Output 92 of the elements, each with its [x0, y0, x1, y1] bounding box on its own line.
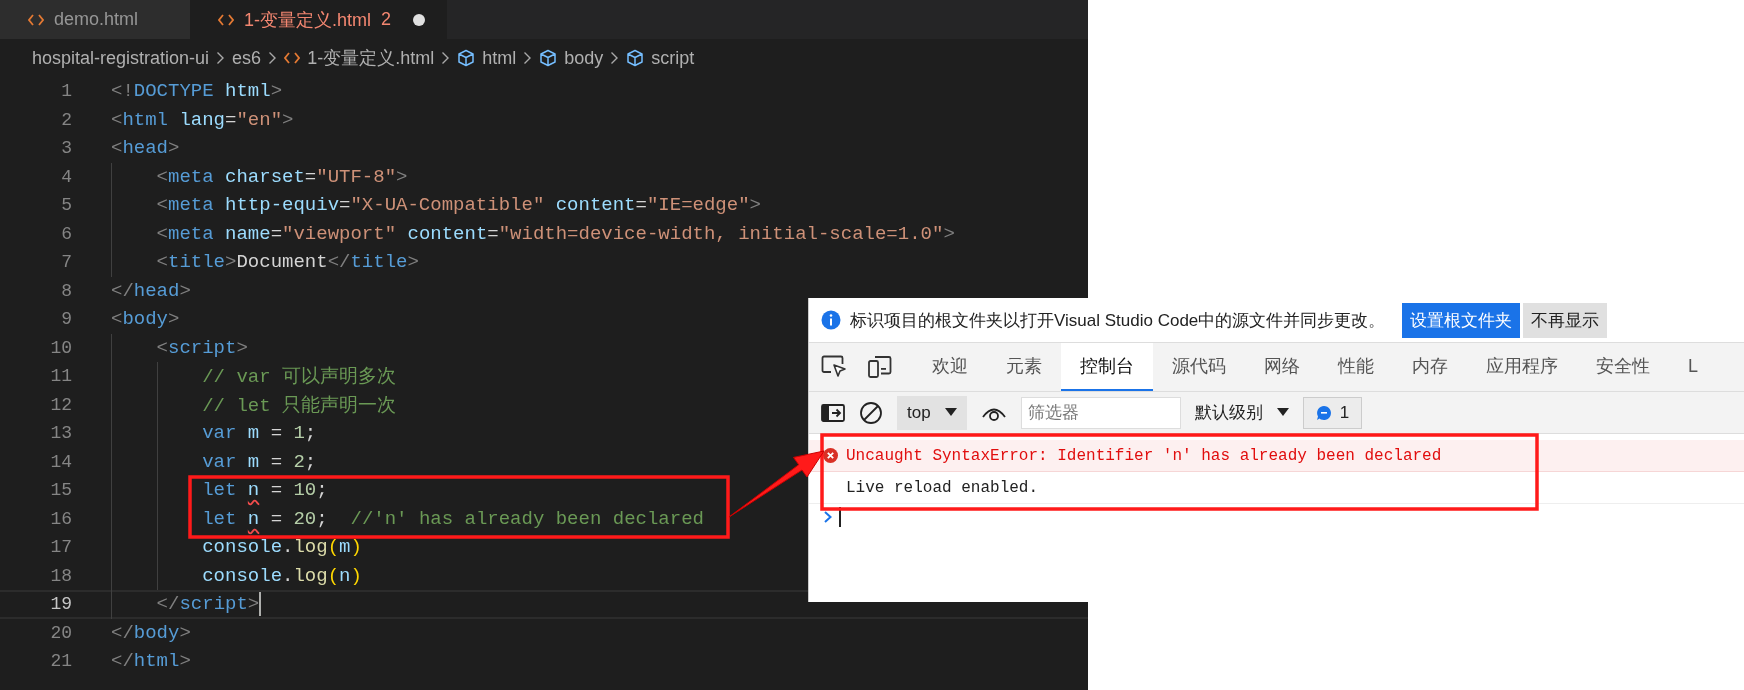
line-number: 13: [49, 423, 72, 444]
prompt-chevron-icon: [823, 510, 833, 524]
code-line: // let 只能声明一次: [201, 393, 397, 418]
breadcrumb-item[interactable]: html: [482, 47, 517, 69]
code-file-icon: [28, 13, 44, 26]
chevron-icon: [523, 51, 533, 65]
code-line: <script>: [155, 336, 248, 359]
inspect-icon[interactable]: [821, 355, 847, 379]
cube-icon: [626, 49, 645, 67]
code-line: <meta name="viewport" content="width=device-width, initial-scale=1.0">: [155, 222, 955, 245]
devtools-tab[interactable]: 安全性: [1577, 343, 1669, 391]
code-line: <body>: [111, 308, 180, 331]
editor-tab[interactable]: demo.html: [0, 0, 191, 39]
line-number: 5: [60, 195, 72, 216]
line-number: 7: [60, 252, 72, 273]
chevron-icon: [216, 51, 226, 65]
devtools-tab[interactable]: L: [1669, 343, 1717, 391]
line-number: 3: [60, 138, 72, 159]
text-cursor: [259, 592, 262, 617]
caret-icon: [944, 408, 957, 417]
breadcrumb-item[interactable]: body: [564, 47, 604, 69]
code-line: var m = 1;: [201, 422, 317, 445]
line-number: 10: [49, 337, 72, 358]
code-line: console.log(n): [201, 564, 362, 587]
console-message: Live reload enabled.: [809, 472, 1744, 504]
breadcrumb-item[interactable]: 1-变量定义.html: [307, 46, 435, 70]
line-number: 14: [49, 451, 72, 472]
chat-icon: [1315, 404, 1332, 421]
devtools-tab[interactable]: 源代码: [1153, 343, 1245, 391]
sidebar-toggle-icon[interactable]: [821, 402, 845, 423]
code-line: </script>: [155, 593, 260, 616]
code-line: // var 可以声明多次: [201, 365, 397, 390]
line-number: 6: [60, 223, 72, 244]
devtools-tab[interactable]: 网络: [1245, 343, 1319, 391]
code-line: let n = 20; //'n' has already been declared: [201, 507, 704, 530]
line-number: 12: [49, 394, 72, 415]
line-number: 19: [49, 594, 72, 615]
line-number: 18: [49, 565, 72, 586]
line-number: 15: [49, 480, 72, 501]
context-dropdown[interactable]: top: [897, 395, 967, 430]
code-line: </head>: [111, 279, 191, 302]
device-icon[interactable]: [867, 355, 893, 379]
code-line: console.log(m): [201, 536, 362, 559]
line-number: 11: [49, 366, 72, 387]
line-number: 4: [60, 166, 72, 187]
clear-icon[interactable]: [859, 400, 883, 425]
line-number: 1: [60, 81, 72, 102]
info-icon: [821, 310, 841, 330]
caret-icon: [1276, 408, 1289, 417]
line-number: 16: [49, 508, 72, 529]
devtools-tab[interactable]: 内存: [1393, 343, 1467, 391]
filter-field[interactable]: 筛选器: [1020, 396, 1181, 429]
unsaved-dot: [413, 13, 426, 26]
console-error: Uncaught SyntaxError: Identifier 'n' has already been declared: [809, 440, 1744, 472]
line-number: 2: [60, 109, 72, 130]
devtools-tab[interactable]: 欢迎: [913, 343, 987, 391]
code-line: let n = 10;: [201, 479, 328, 502]
code-line: <!DOCTYPE html>: [111, 80, 283, 103]
error-icon: [823, 448, 838, 463]
chevron-icon: [268, 51, 278, 65]
devtools-tab[interactable]: 应用程序: [1467, 343, 1577, 391]
dismiss-button[interactable]: 不再显示: [1523, 302, 1608, 338]
set-root-folder-button[interactable]: 设置根文件夹: [1402, 302, 1521, 338]
code-line: <html lang="en">: [111, 108, 294, 131]
code-line: </html>: [111, 650, 191, 673]
devtools-tab[interactable]: 元素: [987, 343, 1061, 391]
code-line: <title>Document</title>: [155, 251, 419, 274]
editor-tab[interactable]: 1-变量定义.html 2: [190, 0, 448, 39]
breadcrumb-item[interactable]: script: [651, 47, 695, 69]
code-line: <head>: [111, 137, 180, 160]
line-number: 20: [49, 622, 72, 643]
code-line: <meta charset="UTF-8">: [155, 165, 408, 188]
line-number: 9: [60, 309, 72, 330]
code-line: <meta http-equiv="X-UA-Compatible" content="IE=edge">: [155, 194, 761, 217]
devtools-tab[interactable]: 性能: [1319, 343, 1393, 391]
line-number: 8: [60, 280, 72, 301]
breadcrumb-item[interactable]: hospital-registration-ui: [32, 47, 210, 69]
chevron-icon: [441, 51, 451, 65]
message-count-button[interactable]: 1: [1302, 396, 1363, 429]
devtools-tab[interactable]: 控制台: [1061, 343, 1153, 391]
level-dropdown[interactable]: 默认级别: [1194, 401, 1289, 424]
code-line: var m = 2;: [201, 450, 317, 473]
cube-icon: [539, 49, 558, 67]
cube-icon: [457, 49, 476, 67]
info-message: 标识项目的根文件夹以打开Visual Studio Code中的源文件并同步更改。: [850, 309, 1386, 332]
code-file-icon: [218, 13, 235, 26]
breadcrumb-item[interactable]: es6: [232, 47, 262, 69]
chevron-icon: [610, 51, 620, 65]
code-line: </body>: [111, 621, 191, 644]
code-file-icon: [284, 52, 301, 64]
line-number: 21: [49, 651, 72, 672]
line-number: 17: [49, 537, 72, 558]
